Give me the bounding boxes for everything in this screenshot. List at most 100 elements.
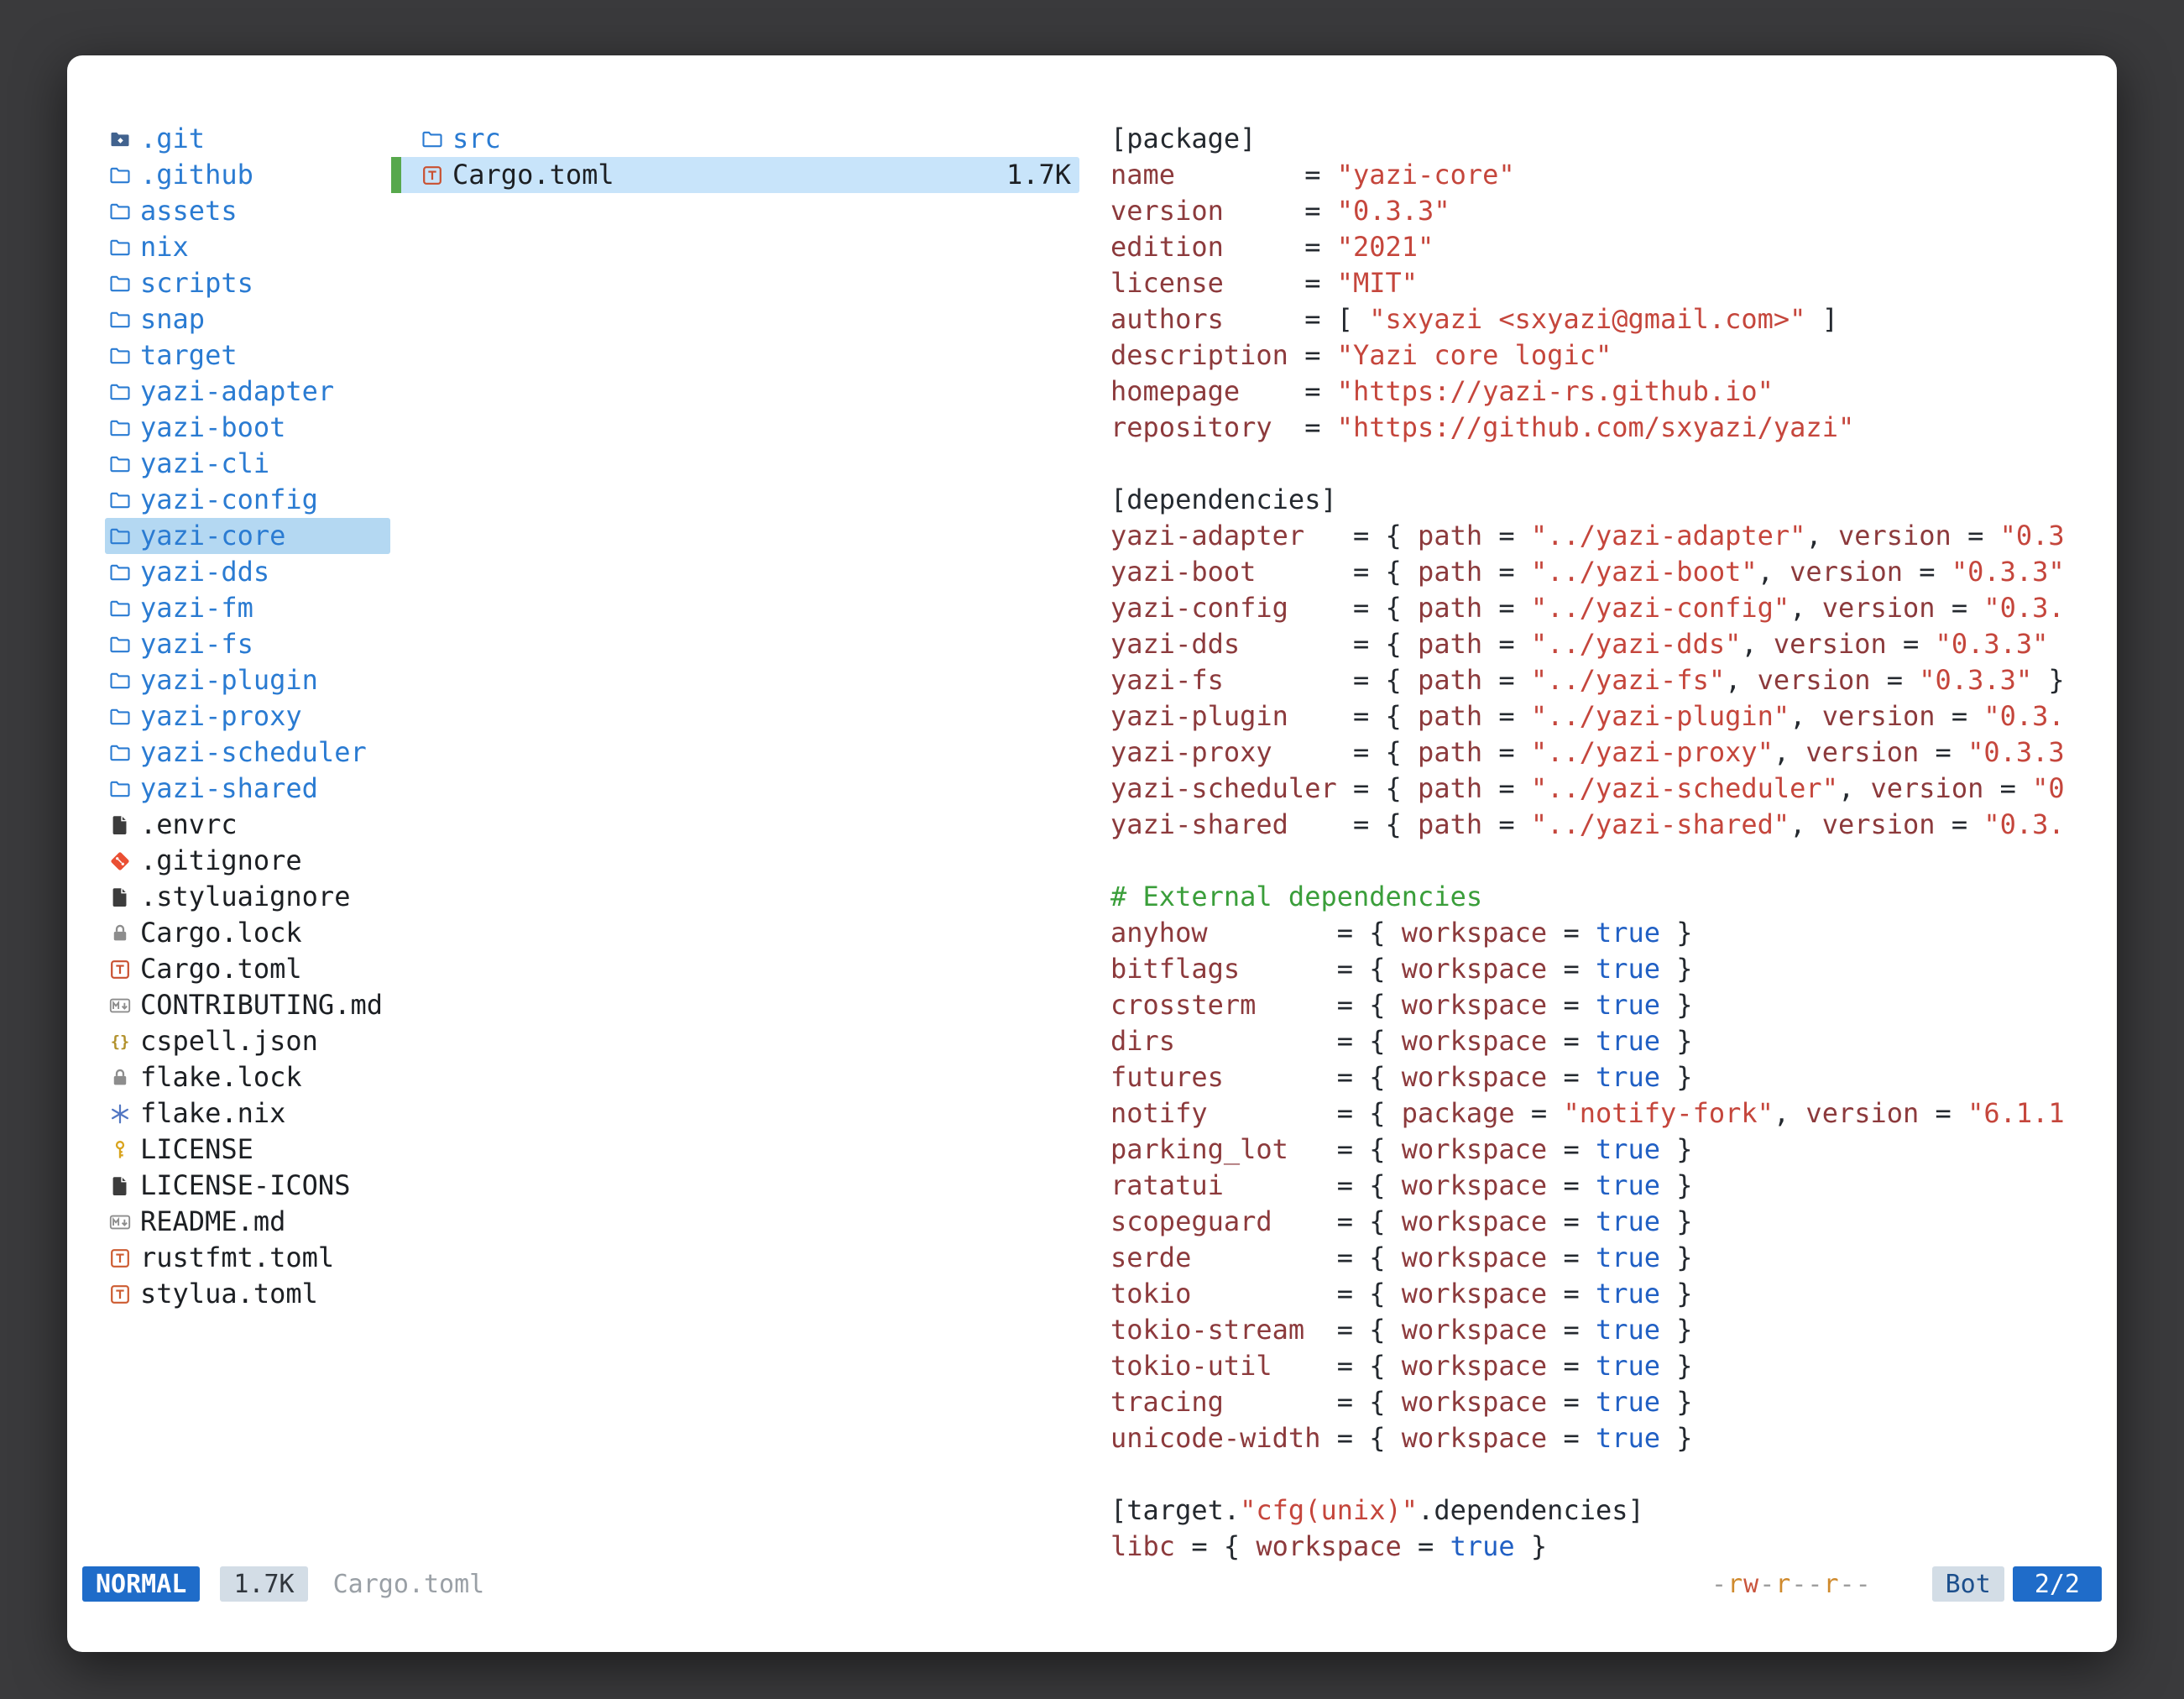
- preview-line: yazi-config = { path = "../yazi-config",…: [1110, 590, 2099, 626]
- entry-gitignore[interactable]: .gitignore: [105, 843, 390, 879]
- entry-yazi-adapter[interactable]: yazi-adapter: [105, 374, 390, 410]
- folder-icon: [108, 236, 132, 259]
- entry-yazi-core[interactable]: yazi-core: [105, 518, 390, 554]
- selection-accent-bar: [391, 157, 401, 193]
- file-icon: [108, 886, 132, 909]
- preview-pane: [package]name = "yazi-core"version = "0.…: [1110, 121, 2099, 1565]
- entry-name: yazi-plugin: [140, 662, 318, 698]
- entry-flake-nix[interactable]: flake.nix: [105, 1095, 390, 1132]
- entry-name: yazi-fm: [140, 590, 253, 626]
- entry-rustfmt-toml[interactable]: rustfmt.toml: [105, 1240, 390, 1276]
- preview-line: [1110, 446, 2099, 482]
- folder-icon: [421, 128, 444, 151]
- entry-license[interactable]: LICENSE: [105, 1132, 390, 1168]
- entry-name: src: [452, 121, 501, 157]
- entry-readme-md[interactable]: README.md: [105, 1204, 390, 1240]
- folder-icon: [108, 669, 132, 693]
- lock-icon: [108, 922, 132, 945]
- preview-line: notify = { package = "notify-fork", vers…: [1110, 1095, 2099, 1132]
- entry-yazi-shared[interactable]: yazi-shared: [105, 771, 390, 807]
- entry-name: yazi-boot: [140, 410, 285, 446]
- entry-github[interactable]: .github: [105, 157, 390, 193]
- folder-icon: [108, 344, 132, 368]
- preview-line: anyhow = { workspace = true }: [1110, 915, 2099, 951]
- entry-yazi-config[interactable]: yazi-config: [105, 482, 390, 518]
- entry-name: yazi-scheduler: [140, 734, 367, 771]
- entry-size: 1.7K: [1006, 157, 1079, 193]
- entry-yazi-proxy[interactable]: yazi-proxy: [105, 698, 390, 734]
- entry-name: .styluaignore: [140, 879, 350, 915]
- entry-name: CONTRIBUTING.md: [140, 987, 383, 1023]
- entry-nix[interactable]: nix: [105, 229, 390, 265]
- preview-line: ratatui = { workspace = true }: [1110, 1168, 2099, 1204]
- entry-stylua-toml[interactable]: stylua.toml: [105, 1276, 390, 1312]
- entry-name: flake.lock: [140, 1059, 302, 1095]
- entry-cargo-toml[interactable]: Cargo.toml1.7K: [391, 157, 1079, 193]
- preview-line: [1110, 843, 2099, 879]
- preview-line: yazi-shared = { path = "../yazi-shared",…: [1110, 807, 2099, 843]
- entry-yazi-scheduler[interactable]: yazi-scheduler: [105, 734, 390, 771]
- folder-icon: [108, 489, 132, 512]
- entry-name: snap: [140, 301, 205, 337]
- toml-icon: [421, 164, 444, 187]
- entry-name: target: [140, 337, 238, 374]
- entry-name: cspell.json: [140, 1023, 318, 1059]
- entry-name: README.md: [140, 1204, 285, 1240]
- entry-yazi-boot[interactable]: yazi-boot: [105, 410, 390, 446]
- entry-assets[interactable]: assets: [105, 193, 390, 229]
- entry-snap[interactable]: snap: [105, 301, 390, 337]
- entry-styluaignore[interactable]: .styluaignore: [105, 879, 390, 915]
- entry-scripts[interactable]: scripts: [105, 265, 390, 301]
- entry-yazi-fs[interactable]: yazi-fs: [105, 626, 390, 662]
- preview-line: tracing = { workspace = true }: [1110, 1384, 2099, 1420]
- folder-icon: [108, 164, 132, 187]
- entry-yazi-fm[interactable]: yazi-fm: [105, 590, 390, 626]
- entry-src[interactable]: src: [391, 121, 1079, 157]
- entry-name: scripts: [140, 265, 253, 301]
- preview-line: [package]: [1110, 121, 2099, 157]
- entry-yazi-plugin[interactable]: yazi-plugin: [105, 662, 390, 698]
- entry-git[interactable]: .git: [105, 121, 390, 157]
- folder-icon: [108, 272, 132, 295]
- entry-target[interactable]: target: [105, 337, 390, 374]
- entry-name: .git: [140, 121, 205, 157]
- preview-line: dirs = { workspace = true }: [1110, 1023, 2099, 1059]
- folder-icon: [108, 200, 132, 223]
- folder-icon: [108, 561, 132, 584]
- entry-name: yazi-cli: [140, 446, 269, 482]
- entry-yazi-cli[interactable]: yazi-cli: [105, 446, 390, 482]
- entry-name: Cargo.toml: [140, 951, 302, 987]
- preview-line: bitflags = { workspace = true }: [1110, 951, 2099, 987]
- status-file-name: Cargo.toml: [333, 1570, 485, 1599]
- preview-line: yazi-scheduler = { path = "../yazi-sched…: [1110, 771, 2099, 807]
- entry-cargo-toml[interactable]: Cargo.toml: [105, 951, 390, 987]
- entry-name: yazi-config: [140, 482, 318, 518]
- entry-yazi-dds[interactable]: yazi-dds: [105, 554, 390, 590]
- entry-contributing-md[interactable]: CONTRIBUTING.md: [105, 987, 390, 1023]
- entry-name: Cargo.lock: [140, 915, 302, 951]
- entry-name: .github: [140, 157, 253, 193]
- current-pane: srcCargo.toml1.7K: [391, 121, 1079, 193]
- preview-line: yazi-boot = { path = "../yazi-boot", ver…: [1110, 554, 2099, 590]
- preview-line: crossterm = { workspace = true }: [1110, 987, 2099, 1023]
- entry-name: .gitignore: [140, 843, 302, 879]
- entry-name: yazi-fs: [140, 626, 253, 662]
- entry-cspell-json[interactable]: {}cspell.json: [105, 1023, 390, 1059]
- preview-line: tokio = { workspace = true }: [1110, 1276, 2099, 1312]
- status-bar: NORMAL 1.7K Cargo.toml -rw-r--r-- Bot 2/…: [82, 1566, 2102, 1602]
- preview-line: repository = "https://github.com/sxyazi/…: [1110, 410, 2099, 446]
- entry-license-icons[interactable]: LICENSE-ICONS: [105, 1168, 390, 1204]
- entry-name: yazi-core: [140, 518, 285, 554]
- folder-icon: [108, 525, 132, 548]
- entry-cargo-lock[interactable]: Cargo.lock: [105, 915, 390, 951]
- entry-name: yazi-dds: [140, 554, 269, 590]
- entry-envrc[interactable]: .envrc: [105, 807, 390, 843]
- preview-line: version = "0.3.3": [1110, 193, 2099, 229]
- entry-flake-lock[interactable]: flake.lock: [105, 1059, 390, 1095]
- preview-line: unicode-width = { workspace = true }: [1110, 1420, 2099, 1456]
- folder-icon: [108, 416, 132, 440]
- preview-line: yazi-fs = { path = "../yazi-fs", version…: [1110, 662, 2099, 698]
- toml-icon: [108, 1247, 132, 1270]
- preview-line: yazi-plugin = { path = "../yazi-plugin",…: [1110, 698, 2099, 734]
- preview-line: [dependencies]: [1110, 482, 2099, 518]
